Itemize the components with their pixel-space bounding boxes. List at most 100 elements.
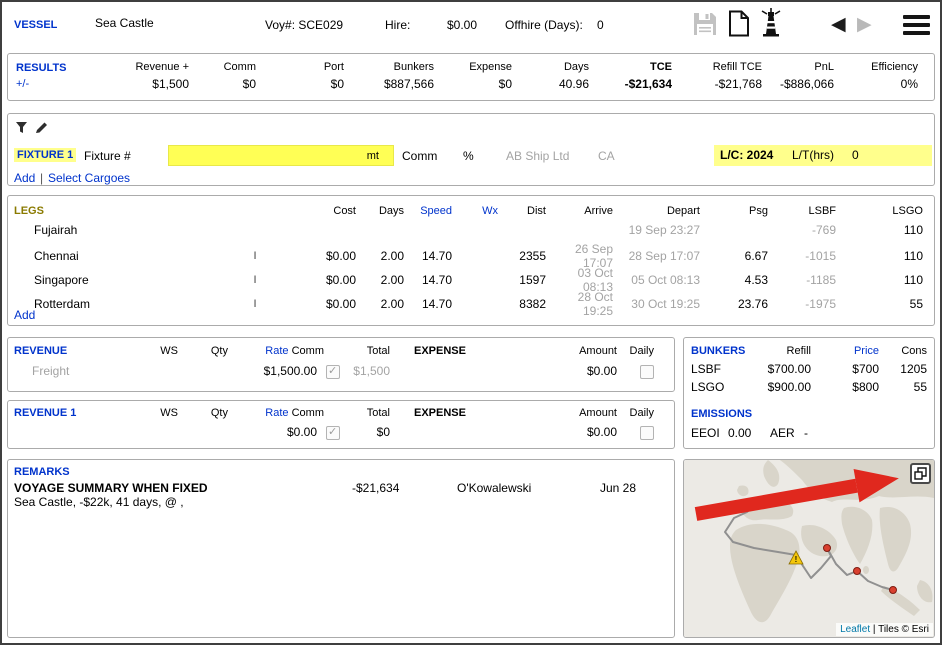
lighthouse-icon[interactable] [758, 8, 784, 41]
vessel-label: VESSEL [14, 19, 57, 31]
revenue-card: REVENUE WS Qty Rate Comm Total EXPENSE A… [7, 337, 675, 392]
col-speed[interactable]: Speed [404, 205, 452, 217]
col-depart: Depart [613, 205, 700, 217]
rate-header[interactable]: Rate [265, 345, 288, 357]
voy-value[interactable]: SCE029 [298, 18, 343, 32]
select-cargoes-link[interactable]: Select Cargoes [48, 171, 130, 185]
col-lsgo: LSGO [836, 205, 923, 217]
leg-row: Chennai I $0.00 2.00 14.70 2355 26 Sep 1… [8, 242, 923, 266]
results-col-port: Port$0 [248, 61, 344, 91]
results-col-pnl: PnL-$886,066 [738, 61, 834, 91]
percent-label: % [463, 149, 474, 163]
fixture-tab[interactable]: FIXTURE 1 [14, 148, 76, 162]
port-marker-chennai[interactable] [854, 568, 861, 575]
laytime-value: 0 [852, 148, 859, 162]
results-col-days: Days40.96 [493, 61, 589, 91]
leg-port[interactable]: Rotterdam [8, 297, 248, 311]
total-value: $0 [377, 425, 390, 439]
leg-row: Rotterdam I $0.00 2.00 14.70 8382 28 Oct… [8, 290, 923, 314]
price-value[interactable]: $700 [852, 362, 879, 376]
laycan-strip[interactable]: L/C: 2024 L/T(hrs) 0 [714, 145, 932, 166]
eeoi-label: EEOI [691, 426, 720, 440]
edit-pencil-icon[interactable] [35, 121, 49, 137]
daily-checkbox[interactable] [640, 365, 654, 379]
expense-amount-value[interactable]: $0.00 [587, 425, 617, 439]
legs-card: LEGS Cost Days Speed Wx Dist Arrive Depa… [7, 195, 935, 326]
summary-title: VOYAGE SUMMARY WHEN FIXED [14, 481, 208, 495]
hire-label: Hire: [385, 18, 410, 32]
next-arrow-button[interactable]: ▶ [857, 15, 872, 34]
save-icon[interactable] [692, 11, 718, 40]
fuel-name: LSGO [691, 380, 724, 394]
price-value[interactable]: $800 [852, 380, 879, 394]
port-marker-fujairah[interactable] [824, 545, 831, 552]
map-expand-button[interactable] [910, 463, 931, 484]
results-col-comm: Comm$0 [160, 61, 256, 91]
emissions-label: EMISSIONS [691, 408, 752, 420]
hire-value[interactable]: $0.00 [427, 18, 477, 32]
refill-value[interactable]: $700.00 [768, 362, 811, 376]
legs-label: LEGS [8, 205, 248, 217]
summary-user: O'Kowalewski [457, 481, 531, 495]
daily-header: Daily [630, 407, 654, 419]
charterer-name[interactable]: AB Ship Ltd [506, 149, 569, 163]
aer-value: - [804, 426, 808, 440]
filter-icon[interactable] [15, 121, 28, 137]
port-marker-rotterdam[interactable] [755, 499, 762, 506]
add-leg-link[interactable]: Add [14, 308, 35, 322]
offhire-label: Offhire (Days): [505, 18, 583, 32]
qty-header: Qty [211, 345, 228, 357]
rate-comm-checkbox[interactable] [326, 426, 340, 440]
port-marker-singapore[interactable] [890, 587, 897, 594]
col-lsbf: LSBF [768, 205, 836, 217]
menu-icon[interactable] [903, 15, 930, 39]
route-map[interactable]: ! [684, 460, 934, 637]
rate-value[interactable]: $1,500.00 [264, 364, 317, 378]
total-header: Total [367, 345, 390, 357]
rate-header[interactable]: Rate [265, 407, 288, 419]
topbar: VESSEL Sea Castle Voy#: SCE029 Hire: $0.… [2, 2, 940, 50]
offhire-value[interactable]: 0 [597, 18, 604, 32]
leg-port[interactable]: Singapore [8, 273, 248, 287]
new-document-icon[interactable] [728, 10, 750, 40]
prev-arrow-button[interactable]: ◀ [831, 15, 846, 34]
menu-bar [903, 15, 930, 19]
rate-comm-checkbox[interactable] [326, 365, 340, 379]
cons-value: 1205 [900, 362, 927, 376]
laycan-value: L/C: 2024 [720, 148, 773, 162]
refill-header: Refill [787, 345, 811, 357]
region-code[interactable]: CA [598, 149, 615, 163]
laytime-label: L/T(hrs) [792, 148, 834, 162]
amount-header: Amount [579, 345, 617, 357]
fixture-number-label: Fixture # [84, 149, 131, 163]
results-plusminus-toggle[interactable]: +/- [16, 78, 29, 90]
fuel-name: LSBF [691, 362, 721, 376]
price-header[interactable]: Price [854, 345, 879, 357]
revenue1-label: REVENUE 1 [14, 407, 76, 419]
remarks-label: REMARKS [14, 466, 70, 478]
col-cost: Cost [262, 205, 356, 217]
vessel-name-field[interactable]: Sea Castle [95, 16, 154, 30]
menu-bar [903, 31, 930, 35]
leaflet-link[interactable]: Leaflet [840, 624, 870, 635]
add-cargo-link[interactable]: Add [14, 171, 35, 185]
col-wx[interactable]: Wx [452, 205, 498, 217]
remarks-card[interactable]: REMARKS VOYAGE SUMMARY WHEN FIXED -$21,6… [7, 459, 675, 638]
aer-label: AER [770, 426, 795, 440]
cargo-qty-input[interactable]: mt [168, 145, 394, 166]
qty-header: Qty [211, 407, 228, 419]
menu-bar [903, 23, 930, 27]
rate-comm-header: Rate Comm [265, 345, 324, 357]
leg-port[interactable]: Fujairah [8, 223, 248, 237]
rate-value[interactable]: $0.00 [287, 425, 317, 439]
results-col-tce: TCE-$21,634 [576, 61, 672, 91]
map-panel[interactable]: ! Leaflet | Tiles © Esri [683, 459, 935, 638]
bunkers-label: BUNKERS [691, 345, 745, 357]
results-label[interactable]: RESULTS [16, 62, 67, 74]
leg-port[interactable]: Chennai [8, 249, 248, 263]
expense-amount-value[interactable]: $0.00 [587, 364, 617, 378]
qty-unit-label: mt [367, 150, 379, 162]
map-attribution: Leaflet | Tiles © Esri [836, 623, 933, 636]
daily-checkbox[interactable] [640, 426, 654, 440]
refill-value[interactable]: $900.00 [768, 380, 811, 394]
